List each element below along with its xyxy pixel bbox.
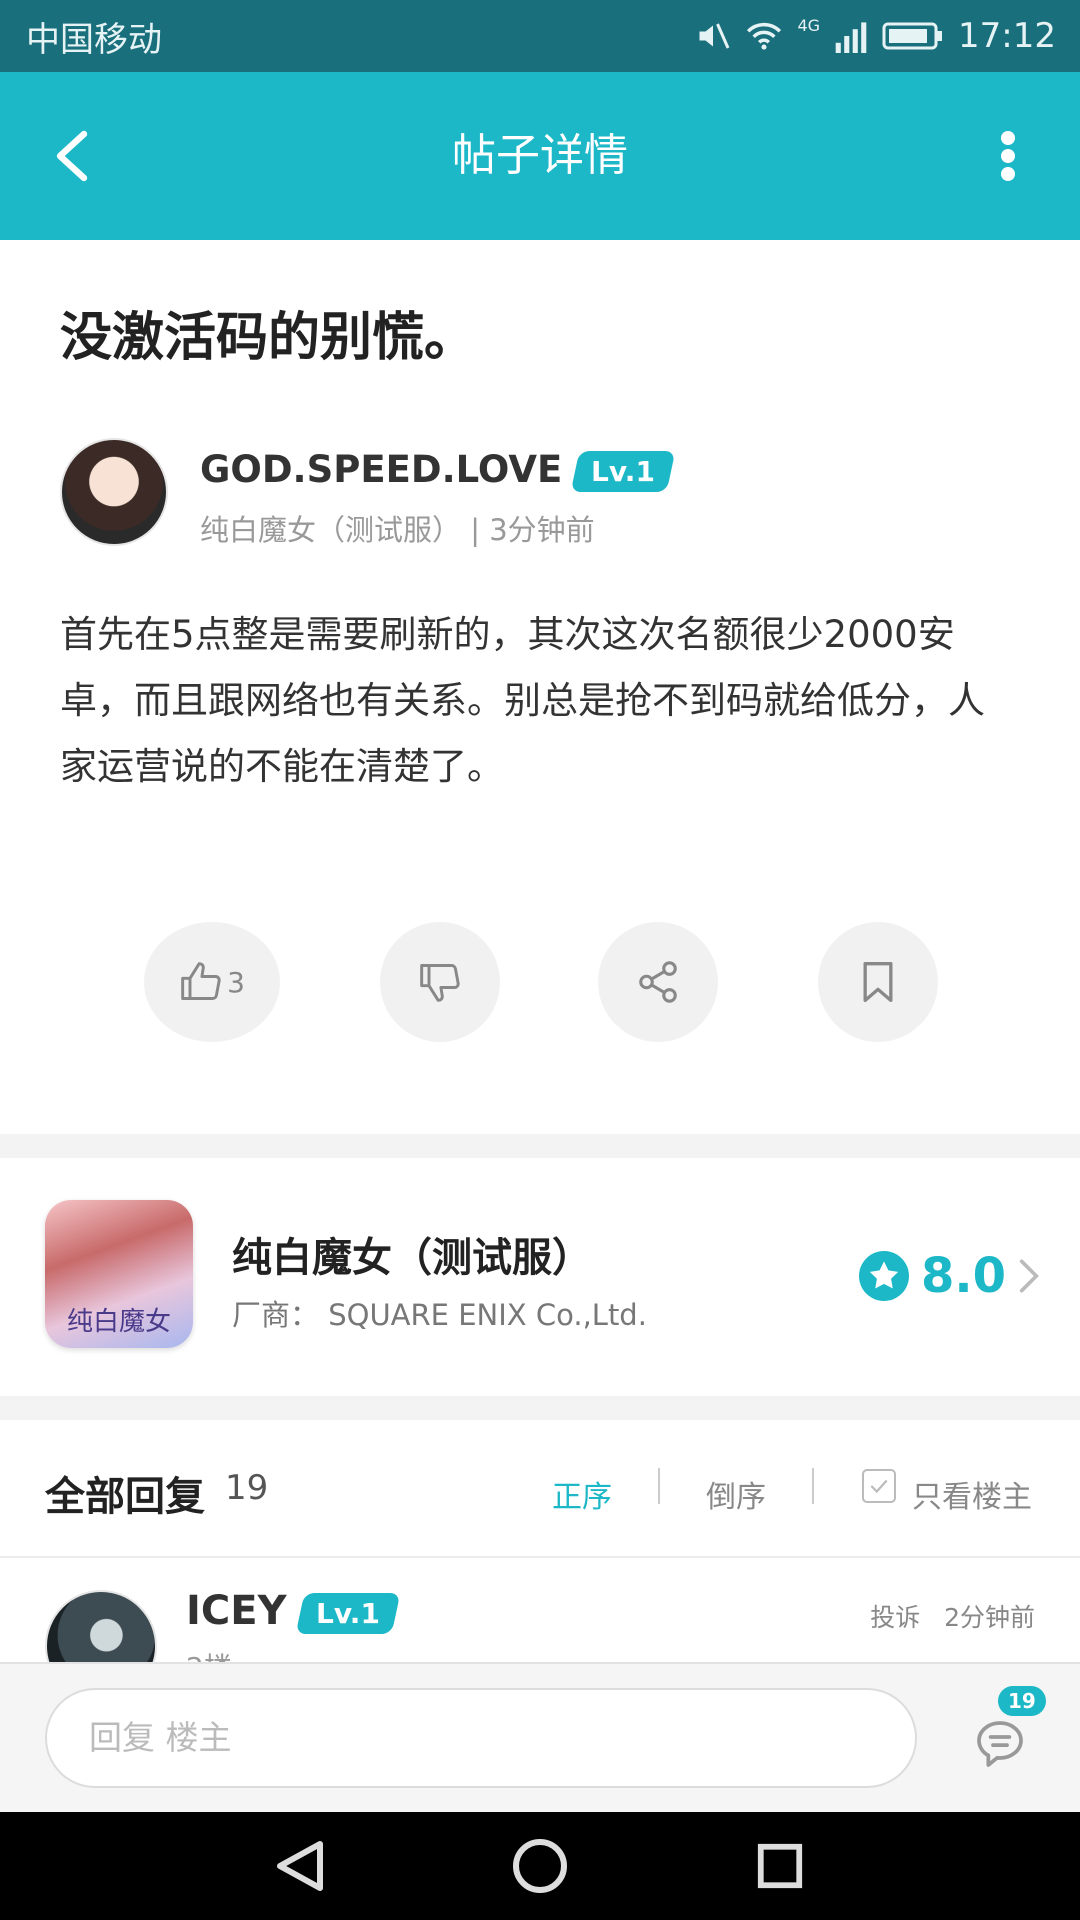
- chevron-right-icon: [1019, 1259, 1039, 1293]
- check-icon: [870, 1479, 888, 1494]
- section-divider: [0, 1134, 1080, 1158]
- post-body: 首先在5点整是需要刷新的，其次这次名额很少2000安卓，而且跟网络也有关系。别总…: [60, 613, 985, 788]
- replies-count: 19: [225, 1468, 269, 1508]
- divider: [0, 1556, 1080, 1558]
- thumbs-up-icon: [181, 962, 221, 1000]
- post-meta: 纯白魔女（测试服） | 3分钟前: [200, 513, 595, 547]
- game-icon-text: 纯白魔女: [66, 1307, 171, 1337]
- page-title: 帖子详情: [452, 130, 628, 181]
- circle-home-icon: [513, 1839, 567, 1893]
- divider: [658, 1468, 660, 1504]
- mute-icon: [699, 23, 730, 49]
- rating-score: 8.0: [920, 1248, 1006, 1304]
- game-rating: 8.0: [858, 1248, 1040, 1304]
- dislike-button[interactable]: [380, 922, 500, 1042]
- star-badge-icon: [858, 1251, 909, 1301]
- level-badge: Lv.1: [296, 1592, 401, 1634]
- clock: 17:12: [958, 16, 1056, 56]
- level-label: Lv.1: [316, 1596, 381, 1630]
- comments-button[interactable]: [960, 1704, 1040, 1784]
- share-button[interactable]: [598, 922, 718, 1042]
- wifi-icon: [747, 22, 782, 50]
- bookmark-icon: [863, 962, 893, 1002]
- nav-recents-button[interactable]: [744, 1830, 816, 1902]
- more-button[interactable]: [972, 120, 1044, 192]
- system-nav-bar: [0, 1812, 1080, 1920]
- sort-asc-tab[interactable]: 正序: [552, 1472, 612, 1516]
- signal-icon: [835, 22, 867, 53]
- carrier-label: 中国移动: [26, 19, 162, 60]
- comment-count-badge: 19: [998, 1686, 1046, 1716]
- square-recents-icon: [757, 1843, 803, 1889]
- game-name: 纯白魔女（测试服）: [232, 1235, 592, 1281]
- nav-home-button[interactable]: [504, 1830, 576, 1902]
- author-name: GOD.SPEED.LOVE: [200, 448, 563, 491]
- battery-icon: [882, 22, 943, 50]
- divider: [812, 1468, 814, 1504]
- level-badge: Lv.1: [570, 451, 676, 492]
- more-vertical-icon: [1001, 131, 1015, 181]
- reply-time: 2分钟前: [944, 1603, 1035, 1632]
- reply-input-bar: 回复 楼主 19: [0, 1662, 1080, 1812]
- only-op-label[interactable]: 只看楼主: [912, 1472, 1032, 1516]
- replies-title: 全部回复: [45, 1474, 205, 1520]
- reply-name-row[interactable]: ICEY Lv.1: [186, 1588, 401, 1634]
- share-icon: [639, 961, 677, 1003]
- status-bar: 中国移动 4G 17:12: [0, 0, 1080, 72]
- app-bar: 帖子详情: [0, 72, 1080, 240]
- reply-meta: 投诉 2分钟前: [870, 1598, 1035, 1634]
- triangle-back-icon: [277, 1841, 323, 1891]
- like-button[interactable]: 3: [144, 922, 280, 1042]
- author-name-row[interactable]: GOD.SPEED.LOVE Lv.1: [200, 448, 676, 492]
- reply-author-name: ICEY: [186, 1588, 287, 1634]
- bookmark-button[interactable]: [818, 922, 938, 1042]
- section-divider: [0, 1396, 1080, 1420]
- author-avatar[interactable]: [60, 438, 168, 546]
- game-icon: 纯白魔女: [45, 1200, 193, 1348]
- like-count: 3: [227, 965, 245, 999]
- reply-input[interactable]: 回复 楼主: [45, 1688, 917, 1788]
- level-label: Lv.1: [591, 455, 656, 488]
- game-vendor: 厂商： SQUARE ENIX Co.,Ltd.: [232, 1298, 647, 1332]
- nav-back-button[interactable]: [264, 1830, 336, 1902]
- only-op-checkbox[interactable]: [862, 1469, 896, 1503]
- post-title: 没激活码的别慌。: [60, 308, 477, 368]
- status-icons: 4G 17:12: [695, 16, 1056, 56]
- comment-bubble-icon: [977, 1721, 1023, 1767]
- thumbs-down-icon: [420, 964, 460, 1002]
- network-label: 4G: [797, 16, 821, 35]
- report-link[interactable]: 投诉: [870, 1603, 920, 1632]
- sort-desc-tab[interactable]: 倒序: [706, 1472, 766, 1516]
